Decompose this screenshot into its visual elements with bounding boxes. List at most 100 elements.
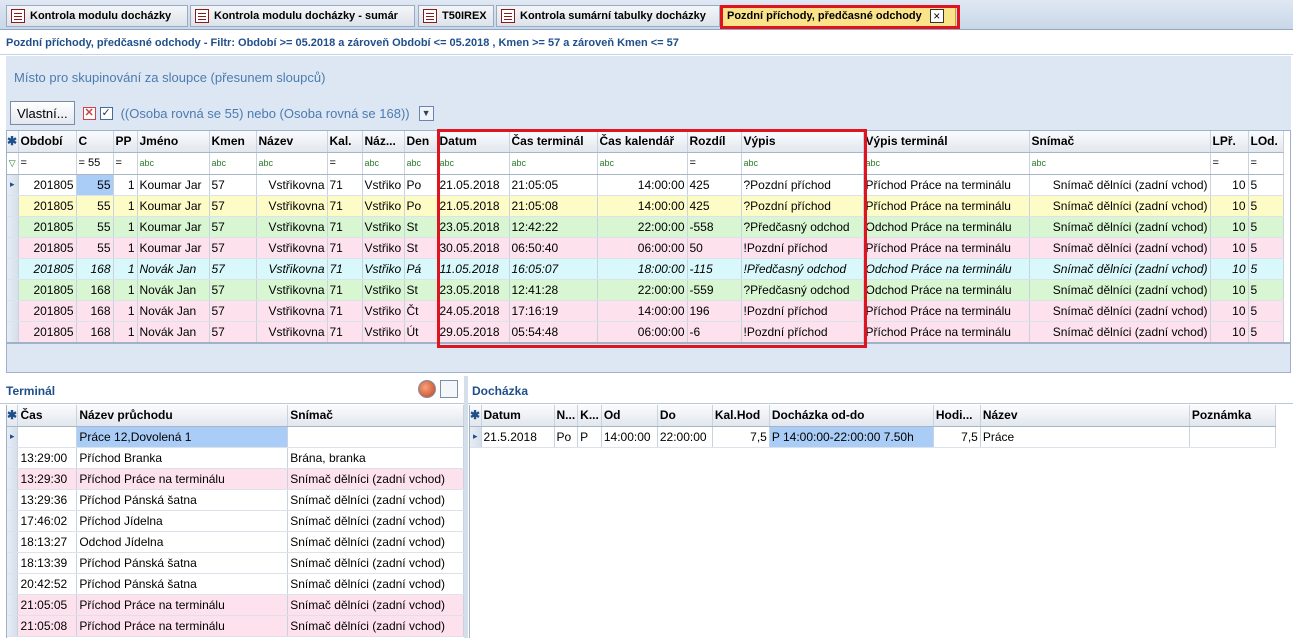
column-header-lod[interactable]: LOd. [1248, 131, 1284, 153]
cell-nazev-pruchodu[interactable]: Příchod Branka [76, 447, 289, 469]
cell-rozdil[interactable]: 50 [687, 237, 742, 259]
cell-snimac[interactable]: Snímač dělníci (zadní vchod) [1029, 300, 1211, 322]
cell-c[interactable]: 55 [76, 216, 114, 238]
cell-nazev-pruchodu[interactable]: Příchod Jídelna [76, 510, 289, 532]
cell-kal[interactable]: 71 [327, 174, 363, 196]
column-header-datum[interactable]: Datum [437, 131, 510, 153]
table-row[interactable]: 21:05:08 Příchod Práce na terminálu Snímač… [7, 615, 464, 637]
cell-vypis[interactable]: ?Pozdní příchod [741, 195, 864, 217]
cell-lpr[interactable]: 10 [1210, 258, 1249, 280]
column-header-kal[interactable]: Kal. [327, 131, 363, 153]
cell-cas-terminal[interactable]: 05:54:48 [509, 321, 598, 342]
filter-cell-7[interactable]: abc [362, 152, 405, 175]
cell-vypis[interactable]: ?Předčasný odchod [741, 216, 864, 238]
cell-cas-terminal[interactable]: 21:05:05 [509, 174, 598, 196]
cell-vypis-terminal[interactable]: Příchod Práce na terminálu [863, 174, 1030, 196]
cell-cas-kalendar[interactable]: 14:00:00 [597, 195, 688, 217]
column-header-snimac[interactable]: Snímač [1029, 131, 1211, 153]
cell-kmen[interactable]: 57 [209, 174, 257, 196]
cell-cas[interactable]: 13:29:30 [17, 468, 78, 490]
filter-cell-16[interactable]: = [1210, 152, 1249, 175]
cell-vypis-terminal[interactable]: Příchod Práce na terminálu [863, 300, 1030, 322]
cell-snimac[interactable]: Snímač dělníci (zadní vchod) [287, 594, 464, 616]
filter-enabled-checkbox[interactable]: ✓ [99, 106, 113, 120]
cell-den[interactable]: Čt [404, 300, 438, 322]
cell-lpr[interactable]: 10 [1210, 237, 1249, 259]
cell-obdobi[interactable]: 201805 [18, 237, 77, 259]
cell-dochazka-od-do[interactable]: P 14:00:00-22:00:00 7.50h [769, 426, 934, 448]
cell-obdobi[interactable]: 201805 [18, 258, 77, 280]
table-row[interactable]: 18:13:27 Odchod Jídelna Snímač dělníci (za… [7, 531, 464, 553]
cell-cas-terminal[interactable]: 17:16:19 [509, 300, 598, 322]
cell-cas[interactable]: 13:29:00 [17, 447, 78, 469]
cell-nazev[interactable]: Vstřikovna [256, 174, 328, 196]
cell-vypis[interactable]: !Pozdní příchod [741, 237, 864, 259]
cell-lpr[interactable]: 10 [1210, 195, 1249, 217]
cell-naz[interactable]: Vstřiko [362, 237, 405, 259]
dochazka-grid[interactable]: ✱ Datum N... K... Od Do Kal.Hod Docházka od-do H… [469, 405, 1293, 638]
column-header-do[interactable]: Do [657, 405, 713, 427]
cell-k[interactable]: P [577, 426, 602, 448]
column-header-vypis[interactable]: Výpis [741, 131, 864, 153]
cell-od[interactable]: 14:00:00 [601, 426, 658, 448]
cell-lpr[interactable]: 10 [1210, 174, 1249, 196]
row-indicator[interactable] [7, 279, 19, 301]
row-indicator[interactable] [7, 510, 19, 532]
cell-cas-kalendar[interactable]: 18:00:00 [597, 258, 688, 280]
row-indicator[interactable]: ▸ [470, 426, 482, 448]
column-header-vypis-terminal[interactable]: Výpis terminál [863, 131, 1030, 153]
cell-n[interactable]: Po [554, 426, 579, 448]
table-row[interactable]: 201805 55 1 Koumar Jar 57 Vstřikovna 71 Vstřiko… [7, 216, 1284, 238]
row-indicator[interactable]: ▸ [7, 174, 19, 196]
cell-kal[interactable]: 71 [327, 195, 363, 217]
cell-lod[interactable]: 5 [1248, 279, 1284, 301]
table-row[interactable]: 201805 55 1 Koumar Jar 57 Vstřikovna 71 Vstřiko… [7, 195, 1284, 217]
refresh-icon[interactable] [418, 380, 436, 398]
tab-kontrola-modulu-sumar[interactable]: Kontrola modulu docházky - sumár [190, 5, 415, 27]
row-indicator[interactable] [7, 300, 19, 322]
row-indicator[interactable] [7, 573, 19, 595]
cell-snimac[interactable]: Snímač dělníci (zadní vchod) [1029, 216, 1211, 238]
cell-poznamka[interactable] [1189, 426, 1276, 448]
cell-kmen[interactable]: 57 [209, 258, 257, 280]
cell-vypis-terminal[interactable]: Příchod Práce na terminálu [863, 195, 1030, 217]
cell-pp[interactable]: 1 [113, 258, 138, 280]
filter-cell-9[interactable]: abc [437, 152, 510, 175]
filter-cell-14[interactable]: abc [863, 152, 1030, 175]
cell-kmen[interactable]: 57 [209, 216, 257, 238]
row-indicator[interactable] [7, 258, 19, 280]
clear-filter-icon[interactable]: ✕ [82, 106, 96, 120]
cell-den[interactable]: St [404, 216, 438, 238]
cell-rozdil[interactable]: 425 [687, 195, 742, 217]
cell-kal[interactable]: 71 [327, 321, 363, 342]
table-row[interactable]: ▸ 201805 55 1 Koumar Jar 57 Vstřikovna 71 Vstřik… [7, 174, 1284, 196]
cell-lod[interactable]: 5 [1248, 216, 1284, 238]
cell-jmeno[interactable]: Novák Jan [137, 300, 210, 322]
cell-lod[interactable]: 5 [1248, 300, 1284, 322]
cell-snimac[interactable] [287, 426, 464, 448]
cell-nazev[interactable]: Vstřikovna [256, 300, 328, 322]
cell-lod[interactable]: 5 [1248, 174, 1284, 196]
cell-c[interactable]: 55 [76, 174, 114, 196]
cell-c[interactable]: 55 [76, 237, 114, 259]
cell-nazev[interactable]: Vstřikovna [256, 279, 328, 301]
row-indicator[interactable] [7, 447, 19, 469]
filter-cell-0[interactable]: = [18, 152, 77, 175]
cell-snimac[interactable]: Snímač dělníci (zadní vchod) [1029, 258, 1211, 280]
cell-kmen[interactable]: 57 [209, 195, 257, 217]
cell-datum[interactable]: 21.05.2018 [437, 195, 510, 217]
cell-naz[interactable]: Vstřiko [362, 321, 405, 342]
filter-cell-4[interactable]: abc [209, 152, 257, 175]
row-indicator[interactable] [7, 594, 19, 616]
column-header-poznamka[interactable]: Poznámka [1189, 405, 1276, 427]
cell-nazev-pruchodu[interactable]: Příchod Práce na terminálu [76, 594, 289, 616]
cell-cas[interactable]: 21:05:05 [17, 594, 78, 616]
column-header-pp[interactable]: PP [113, 131, 138, 153]
column-header-nazev[interactable]: Název [256, 131, 328, 153]
cell-vypis-terminal[interactable]: Příchod Práce na terminálu [863, 237, 1030, 259]
cell-den[interactable]: Pá [404, 258, 438, 280]
cell-datum[interactable]: 21.05.2018 [437, 174, 510, 196]
cell-snimac[interactable]: Snímač dělníci (zadní vchod) [1029, 174, 1211, 196]
column-header-hodi[interactable]: Hodi... [933, 405, 981, 427]
cell-kmen[interactable]: 57 [209, 279, 257, 301]
